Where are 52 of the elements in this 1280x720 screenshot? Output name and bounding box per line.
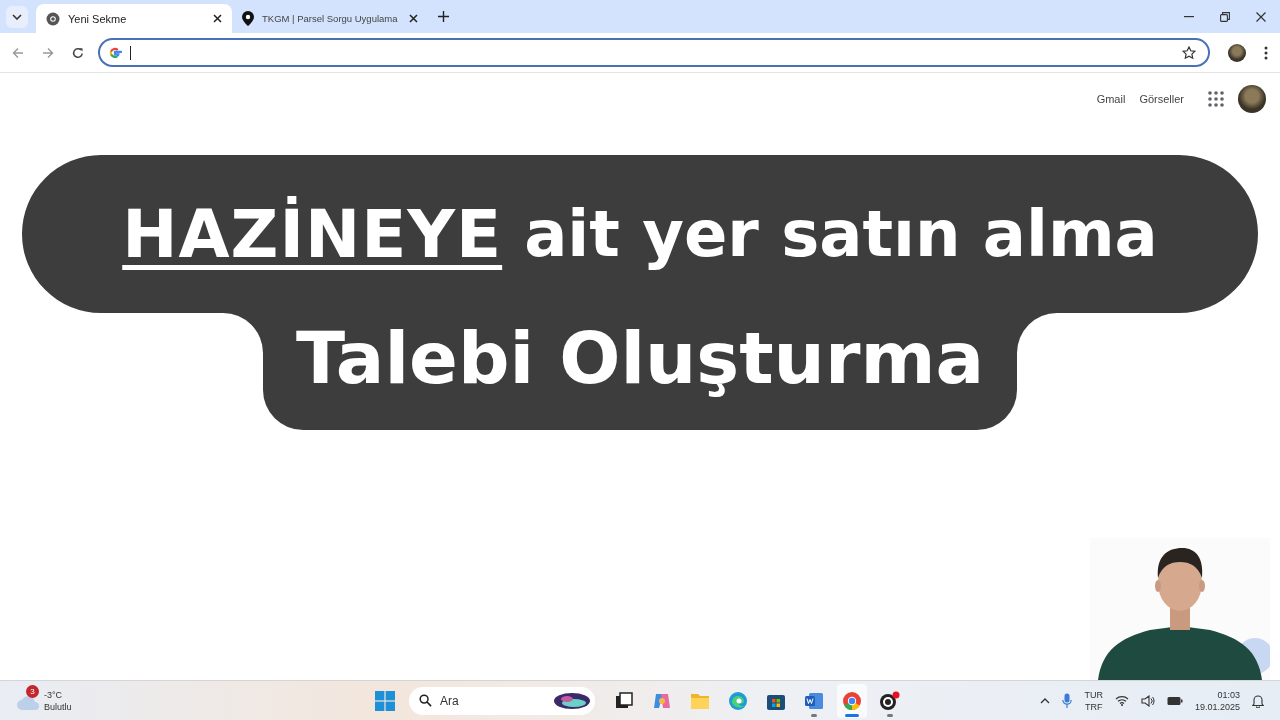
- microphone-icon[interactable]: [1062, 692, 1073, 709]
- recording-app-icon: [879, 690, 901, 711]
- battery-icon[interactable]: [1166, 695, 1183, 706]
- notification-badge: 3: [26, 684, 39, 698]
- language-code: TUR: [1084, 688, 1103, 701]
- volume-icon[interactable]: [1140, 694, 1155, 707]
- chrome-icon: [46, 11, 60, 26]
- taskbar-search[interactable]: Ara: [409, 686, 595, 715]
- clock[interactable]: 01:03 19.01.2025: [1194, 688, 1240, 713]
- map-pin-icon: [242, 11, 254, 26]
- address-bar[interactable]: [98, 38, 1210, 67]
- banner-title: ait yer satın alma: [524, 197, 1158, 271]
- google-g-icon: [108, 45, 122, 60]
- banner-title: Talebi Oluşturma: [296, 315, 984, 400]
- avatar[interactable]: [1228, 43, 1246, 62]
- search-highlight-picture-icon: [553, 691, 591, 710]
- reload-icon[interactable]: [72, 46, 84, 59]
- keyboard-layout: TRF: [1084, 700, 1103, 713]
- new-tab-icon[interactable]: [438, 11, 449, 22]
- chevron-up-icon[interactable]: [1040, 697, 1051, 704]
- browser-tab[interactable]: TKGM | Parsel Sorgu Uygulama: [232, 4, 428, 33]
- close-icon[interactable]: [1256, 11, 1266, 22]
- search-icon: [419, 694, 432, 707]
- restore-icon[interactable]: [1220, 11, 1230, 22]
- menu-icon[interactable]: [1264, 45, 1268, 60]
- tab-search-button[interactable]: [6, 5, 28, 28]
- banner-title: HAZİNEYE: [122, 195, 503, 273]
- edge-icon: [728, 690, 748, 711]
- document-app-icon: [804, 690, 824, 711]
- close-icon[interactable]: [213, 14, 222, 23]
- weather-condition: Bulutlu: [44, 700, 72, 713]
- notification-bell-icon[interactable]: [1252, 693, 1264, 708]
- star-icon[interactable]: [1182, 45, 1196, 60]
- avatar[interactable]: [1238, 85, 1266, 113]
- temperature-text: -3°C: [44, 688, 64, 701]
- tab-title: TKGM | Parsel Sorgu Uygulama: [262, 13, 399, 24]
- tab-title: Yeni Sekme: [68, 12, 128, 25]
- apps-grid-icon[interactable]: [1208, 91, 1224, 107]
- close-icon[interactable]: [409, 14, 418, 23]
- task-view-icon: [615, 691, 633, 710]
- date-text: 19.01.2025: [1194, 700, 1240, 713]
- windows-start-icon[interactable]: [375, 690, 395, 711]
- folder-icon: [690, 691, 710, 710]
- minimize-icon[interactable]: [1184, 15, 1194, 18]
- header-link[interactable]: Gmail: [1096, 93, 1126, 105]
- time-text: 01:03: [1217, 688, 1240, 701]
- chrome-icon: [842, 690, 862, 711]
- browser-tab[interactable]: Yeni Sekme: [36, 4, 232, 33]
- header-link[interactable]: Görseller: [1139, 93, 1184, 105]
- caret-icon: [12, 13, 22, 20]
- wifi-icon[interactable]: [1114, 695, 1129, 706]
- language-indicator[interactable]: TUR TRF: [1084, 688, 1103, 713]
